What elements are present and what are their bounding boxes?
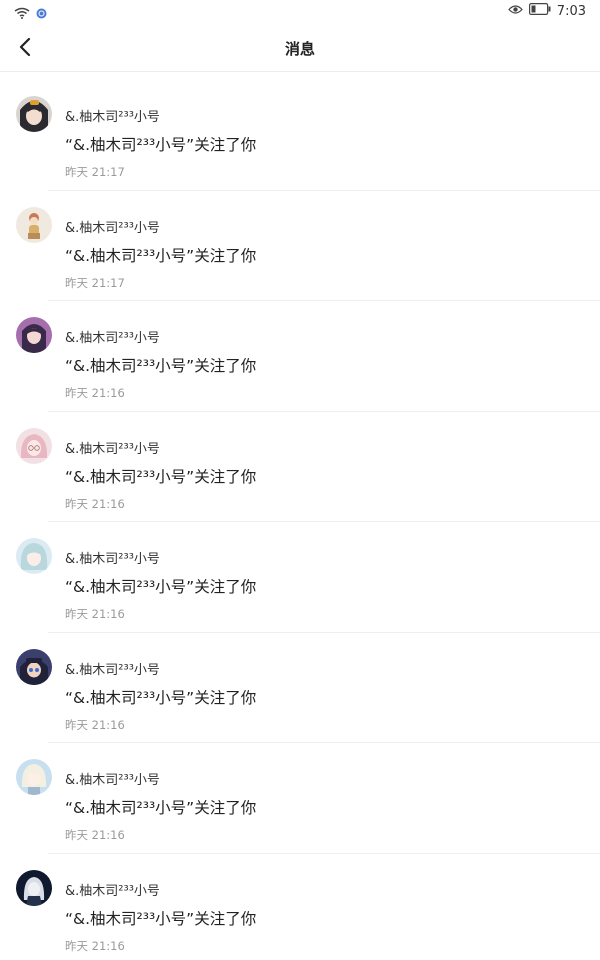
list-item[interactable]: &.柚木司²³³小号 “&.柚木司²³³小号”关注了你 昨天 21:17 (0, 80, 600, 191)
sync-icon (36, 4, 47, 23)
message-time: 昨天 21:16 (65, 938, 125, 953)
list-item[interactable]: &.柚木司²³³小号 “&.柚木司²³³小号”关注了你 昨天 21:17 (0, 191, 600, 301)
sender-name: &.柚木司²³³小号 (65, 220, 160, 236)
sender-name: &.柚木司²³³小号 (65, 883, 160, 899)
battery-icon (528, 3, 551, 19)
message-text: “&.柚木司²³³小号”关注了你 (65, 909, 257, 928)
list-item[interactable]: &.柚木司²³³小号 “&.柚木司²³³小号”关注了你 昨天 21:16 (0, 854, 600, 960)
message-time: 昨天 21:16 (65, 386, 125, 400)
message-text: “&.柚木司²³³小号”关注了你 (65, 357, 257, 375)
message-time: 昨天 21:16 (65, 607, 125, 621)
sender-name: &.柚木司²³³小号 (65, 331, 160, 346)
message-text: “&.柚木司²³³小号”关注了你 (65, 246, 257, 265)
message-text: “&.柚木司²³³小号”关注了你 (65, 136, 257, 154)
page-title: 消息 (284, 40, 315, 58)
list-item[interactable]: &.柚木司²³³小号 “&.柚木司²³³小号”关注了你 昨天 21:16 (0, 633, 600, 743)
message-text: “&.柚木司²³³小号”关注了你 (65, 799, 257, 817)
clock-time: 7:03 (556, 3, 586, 19)
message-list: &.柚木司²³³小号 “&.柚木司²³³小号”关注了你 昨天 21:17 &.柚… (0, 80, 600, 960)
sender-name: &.柚木司²³³小号 (65, 110, 160, 125)
wifi-icon (14, 4, 30, 23)
sender-name: &.柚木司²³³小号 (65, 441, 160, 457)
message-time: 昨天 21:16 (65, 828, 125, 842)
eye-icon (507, 4, 523, 19)
avatar[interactable] (16, 427, 52, 464)
list-item[interactable]: &.柚木司²³³小号 “&.柚木司²³³小号”关注了你 昨天 21:16 (0, 743, 600, 854)
avatar[interactable] (16, 759, 52, 795)
sender-name: &.柚木司²³³小号 (65, 773, 160, 788)
nav-bar: 消息 (0, 24, 600, 72)
avatar[interactable] (16, 648, 52, 685)
list-item[interactable]: &.柚木司²³³小号 “&.柚木司²³³小号”关注了你 昨天 21:16 (0, 412, 600, 522)
message-time: 昨天 21:17 (65, 165, 125, 179)
list-item[interactable]: &.柚木司²³³小号 “&.柚木司²³³小号”关注了你 昨天 21:16 (0, 522, 600, 633)
sender-name: &.柚木司²³³小号 (65, 662, 160, 678)
message-time: 昨天 21:17 (65, 275, 125, 290)
sender-name: &.柚木司²³³小号 (65, 552, 160, 567)
avatar[interactable] (16, 869, 52, 906)
avatar[interactable] (16, 96, 52, 132)
status-bar: 7:03 (0, 0, 600, 24)
message-text: “&.柚木司²³³小号”关注了你 (65, 467, 257, 486)
message-time: 昨天 21:16 (65, 496, 125, 511)
list-item[interactable]: &.柚木司²³³小号 “&.柚木司²³³小号”关注了你 昨天 21:16 (0, 301, 600, 412)
avatar[interactable] (16, 317, 52, 353)
avatar[interactable] (16, 206, 52, 243)
message-text: “&.柚木司²³³小号”关注了你 (65, 688, 257, 707)
avatar[interactable] (16, 538, 52, 574)
message-text: “&.柚木司²³³小号”关注了你 (65, 578, 257, 596)
message-time: 昨天 21:16 (65, 717, 125, 732)
